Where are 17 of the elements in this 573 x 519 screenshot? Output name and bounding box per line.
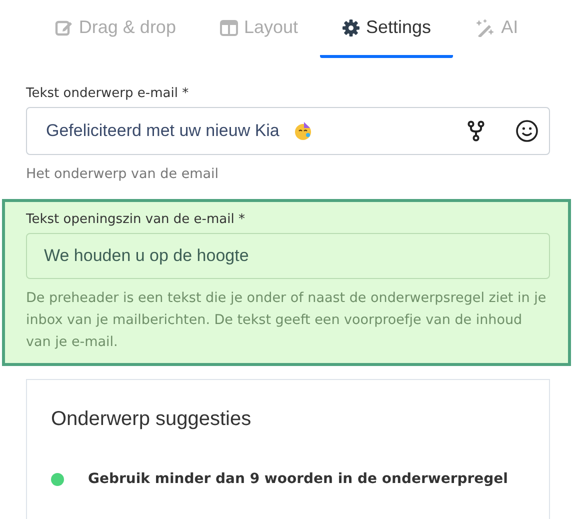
subject-field[interactable]: Gefeliciteerd met uw nieuw Kia: [26, 107, 550, 155]
field-label: Tekst onderwerp e-mail *: [26, 86, 190, 101]
text-input[interactable]: Gefeliciteerd met uw nieuw Kia: [44, 120, 285, 142]
field-label: Tekst openingszin van de e-mail *: [26, 212, 246, 227]
edit-icon: [54, 18, 73, 36]
settings-icon: [342, 18, 360, 36]
field-hint: De preheader is een tekst die je onder of naast de onderwerpsregel ziet in je inbox van je mailberichten. De tekst geeft een voorproefje van de inhoud van je e-mail.: [26, 289, 548, 352]
card-title: Onderwerp suggesties: [51, 408, 252, 431]
preheader-field[interactable]: We houden u op de hoogte: [26, 233, 550, 279]
party-face-icon: [293, 121, 313, 141]
emoji-icon[interactable]: [515, 119, 539, 143]
field-hint: Het onderwerp van de email: [26, 165, 220, 184]
branch-icon[interactable]: [467, 120, 485, 142]
tab[interactable]: Settings: [320, 0, 454, 58]
columns-icon: [220, 20, 238, 36]
magic-wand-icon: [475, 18, 496, 36]
suggestion-text: Gebruik minder dan 9 woorden in de onderwerpregel: [88, 471, 508, 487]
